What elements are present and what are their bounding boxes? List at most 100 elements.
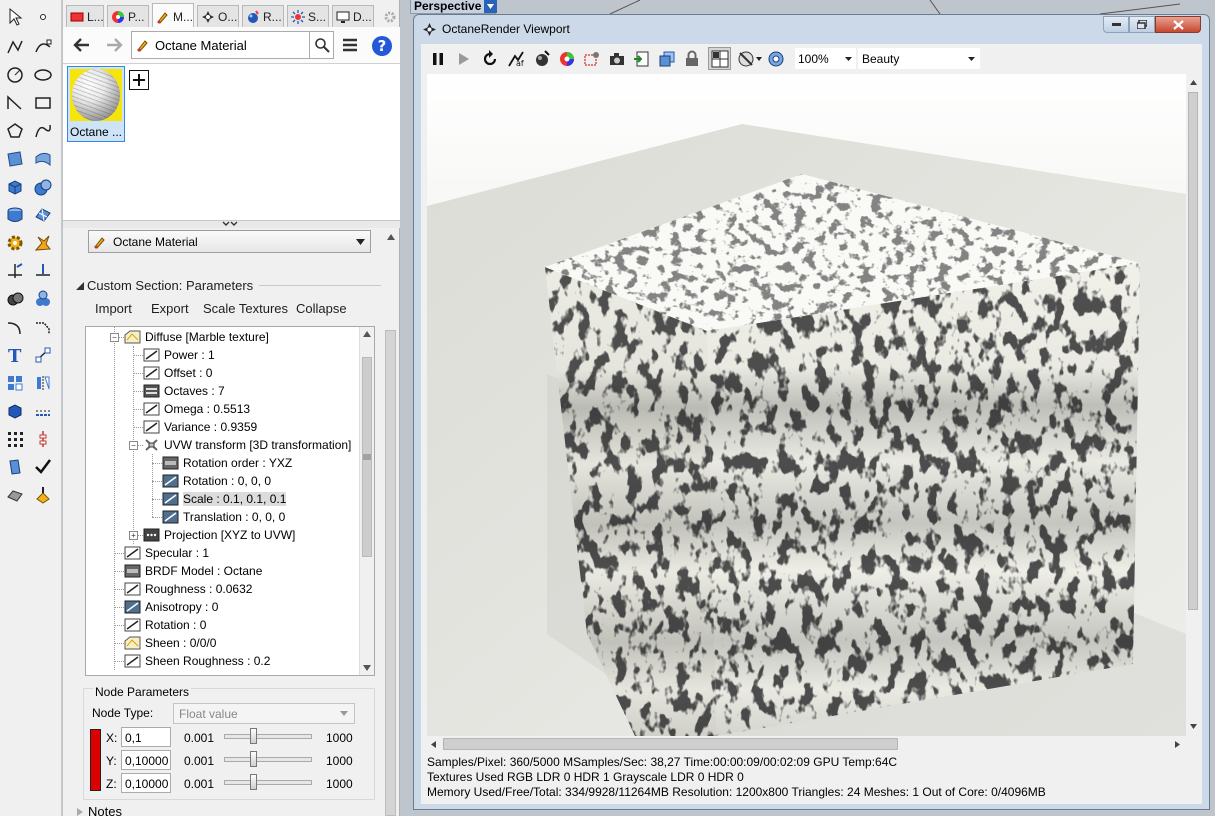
scale-textures-button[interactable]: Scale Textures <box>203 301 288 316</box>
material-picker-icon[interactable] <box>533 50 551 68</box>
circle-icon[interactable] <box>4 64 26 86</box>
pause-icon[interactable] <box>429 50 447 68</box>
collapse-toggle[interactable]: − <box>110 333 119 342</box>
fillet-icon[interactable] <box>4 316 26 338</box>
boolean-union-icon[interactable] <box>4 288 26 310</box>
tree-node[interactable]: Variance : 0.9359 <box>143 418 257 436</box>
render-pass-select[interactable]: Beauty <box>858 48 980 69</box>
rendered-image[interactable] <box>427 74 1186 736</box>
freeform-icon[interactable] <box>32 120 54 142</box>
tab-properties[interactable]: P... <box>107 5 149 27</box>
ellipse-icon[interactable] <box>32 64 54 86</box>
splitter[interactable] <box>63 220 400 228</box>
scroll-right-arrow-icon[interactable] <box>1175 741 1180 748</box>
tree-node[interactable]: Rotation : 0 <box>124 616 206 634</box>
tree-node[interactable]: Rotation : 0, 0, 0 <box>162 472 271 490</box>
forward-arrow-icon[interactable] <box>105 37 123 53</box>
shade-icon[interactable] <box>4 484 26 506</box>
cylinder-icon[interactable] <box>4 204 26 226</box>
gear-icon[interactable] <box>4 232 26 254</box>
notes-header[interactable]: Notes <box>76 804 122 816</box>
tree-node[interactable]: Offset : 0 <box>143 364 212 382</box>
param-value-input[interactable]: 0,10000 <box>121 773 171 793</box>
curve-icon[interactable] <box>32 36 54 58</box>
tree-node[interactable]: Anisotropy : 0 <box>124 598 218 616</box>
tab-sun[interactable]: S... <box>287 5 329 27</box>
panel-settings-gear-icon[interactable] <box>383 10 397 24</box>
tree-node[interactable]: Power : 1 <box>143 346 215 364</box>
param-value-input[interactable]: 0,10000 <box>121 750 171 770</box>
param-slider[interactable] <box>224 734 312 739</box>
play-icon[interactable] <box>454 50 472 68</box>
layers-export-icon[interactable] <box>658 50 676 68</box>
tree-node[interactable]: BRDF Model : Octane <box>124 562 262 580</box>
text-icon[interactable]: T <box>4 344 26 366</box>
tab-rendering[interactable]: R... <box>242 5 284 27</box>
hamburger-menu-icon[interactable] <box>342 37 358 53</box>
boolean-split-icon[interactable] <box>32 288 54 310</box>
tree-scrollbar[interactable] <box>359 327 374 675</box>
panel-scroll-thumb[interactable] <box>385 330 396 816</box>
block-icon[interactable] <box>4 400 26 422</box>
export-image-icon[interactable] <box>633 50 651 68</box>
param-slider-thumb[interactable] <box>250 728 257 744</box>
export-button[interactable]: Export <box>151 301 189 316</box>
render-vscroll-thumb[interactable] <box>1188 92 1198 610</box>
material-type-dropdown[interactable]: Octane Material <box>88 230 371 253</box>
tree-node[interactable]: UVW transform [3D transformation] <box>143 436 351 454</box>
tree-node[interactable]: Translation : 0, 0, 0 <box>162 508 285 526</box>
param-slider-thumb[interactable] <box>250 751 257 767</box>
sphere-solid-icon[interactable] <box>32 176 54 198</box>
rectangle-icon[interactable] <box>32 92 54 114</box>
tree-node[interactable]: Omega : 0.5513 <box>143 400 250 418</box>
render-horizontal-scrollbar[interactable] <box>427 736 1186 753</box>
dimension-icon[interactable] <box>32 344 54 366</box>
scroll-up-arrow-icon[interactable] <box>363 331 371 337</box>
zoom-select[interactable]: 100% <box>795 48 856 69</box>
render-vertical-scrollbar[interactable] <box>1186 74 1201 736</box>
tree-node[interactable]: Projection [XYZ to UVW] <box>143 526 295 544</box>
maximize-button[interactable] <box>1129 16 1155 33</box>
panel-scrollbar[interactable] <box>383 230 398 816</box>
tab-display[interactable]: D... <box>332 5 374 27</box>
region-render-icon[interactable] <box>583 50 601 68</box>
tree-node[interactable]: Roughness : 0.0632 <box>124 580 252 598</box>
world-settings-icon[interactable] <box>767 50 785 68</box>
param-slider[interactable] <box>224 780 312 785</box>
split-icon[interactable] <box>32 260 54 282</box>
polyline-icon[interactable] <box>4 36 26 58</box>
tree-node[interactable]: Sheen Roughness : 0.2 <box>124 652 270 670</box>
scroll-up-arrow-icon[interactable] <box>387 234 395 240</box>
restart-icon[interactable] <box>481 50 499 68</box>
tab-materials[interactable]: M... <box>152 3 194 29</box>
param-slider-thumb[interactable] <box>250 774 257 790</box>
scroll-down-arrow-icon[interactable] <box>1190 724 1197 729</box>
polygon-icon[interactable] <box>4 120 26 142</box>
clay-mode-icon[interactable] <box>737 50 755 68</box>
focus-picker-icon[interactable]: af <box>507 50 525 68</box>
mirror-icon[interactable] <box>32 372 54 394</box>
chamfer-icon[interactable] <box>32 316 54 338</box>
scroll-left-arrow-icon[interactable] <box>431 741 436 748</box>
explode-icon[interactable] <box>32 232 54 254</box>
arc-icon[interactable] <box>4 92 26 114</box>
check-icon[interactable] <box>32 456 54 478</box>
analyze-icon[interactable] <box>4 456 26 478</box>
tab-octane[interactable]: O... <box>197 5 239 27</box>
minimize-button[interactable] <box>1103 16 1129 33</box>
mesh-icon[interactable] <box>32 204 54 226</box>
viewport-menu-button[interactable] <box>484 0 497 13</box>
trim-icon[interactable] <box>4 260 26 282</box>
back-arrow-icon[interactable] <box>73 37 91 53</box>
box-solid-icon[interactable] <box>4 176 26 198</box>
point-grid-icon[interactable] <box>4 428 26 450</box>
grid-snap-icon[interactable] <box>32 400 54 422</box>
param-value-input[interactable]: 0,1 <box>121 727 171 747</box>
surface-corner-icon[interactable] <box>4 148 26 170</box>
render-window-titlebar[interactable]: OctaneRender Viewport <box>414 15 1209 43</box>
import-button[interactable]: Import <box>95 301 132 316</box>
tree-node[interactable]: Scale : 0.1, 0.1, 0.1 <box>162 490 287 508</box>
breadcrumb[interactable]: Octane Material <box>131 31 310 59</box>
clay-mode-dropdown-icon[interactable] <box>756 57 762 61</box>
collapse-button[interactable]: Collapse <box>296 301 347 316</box>
